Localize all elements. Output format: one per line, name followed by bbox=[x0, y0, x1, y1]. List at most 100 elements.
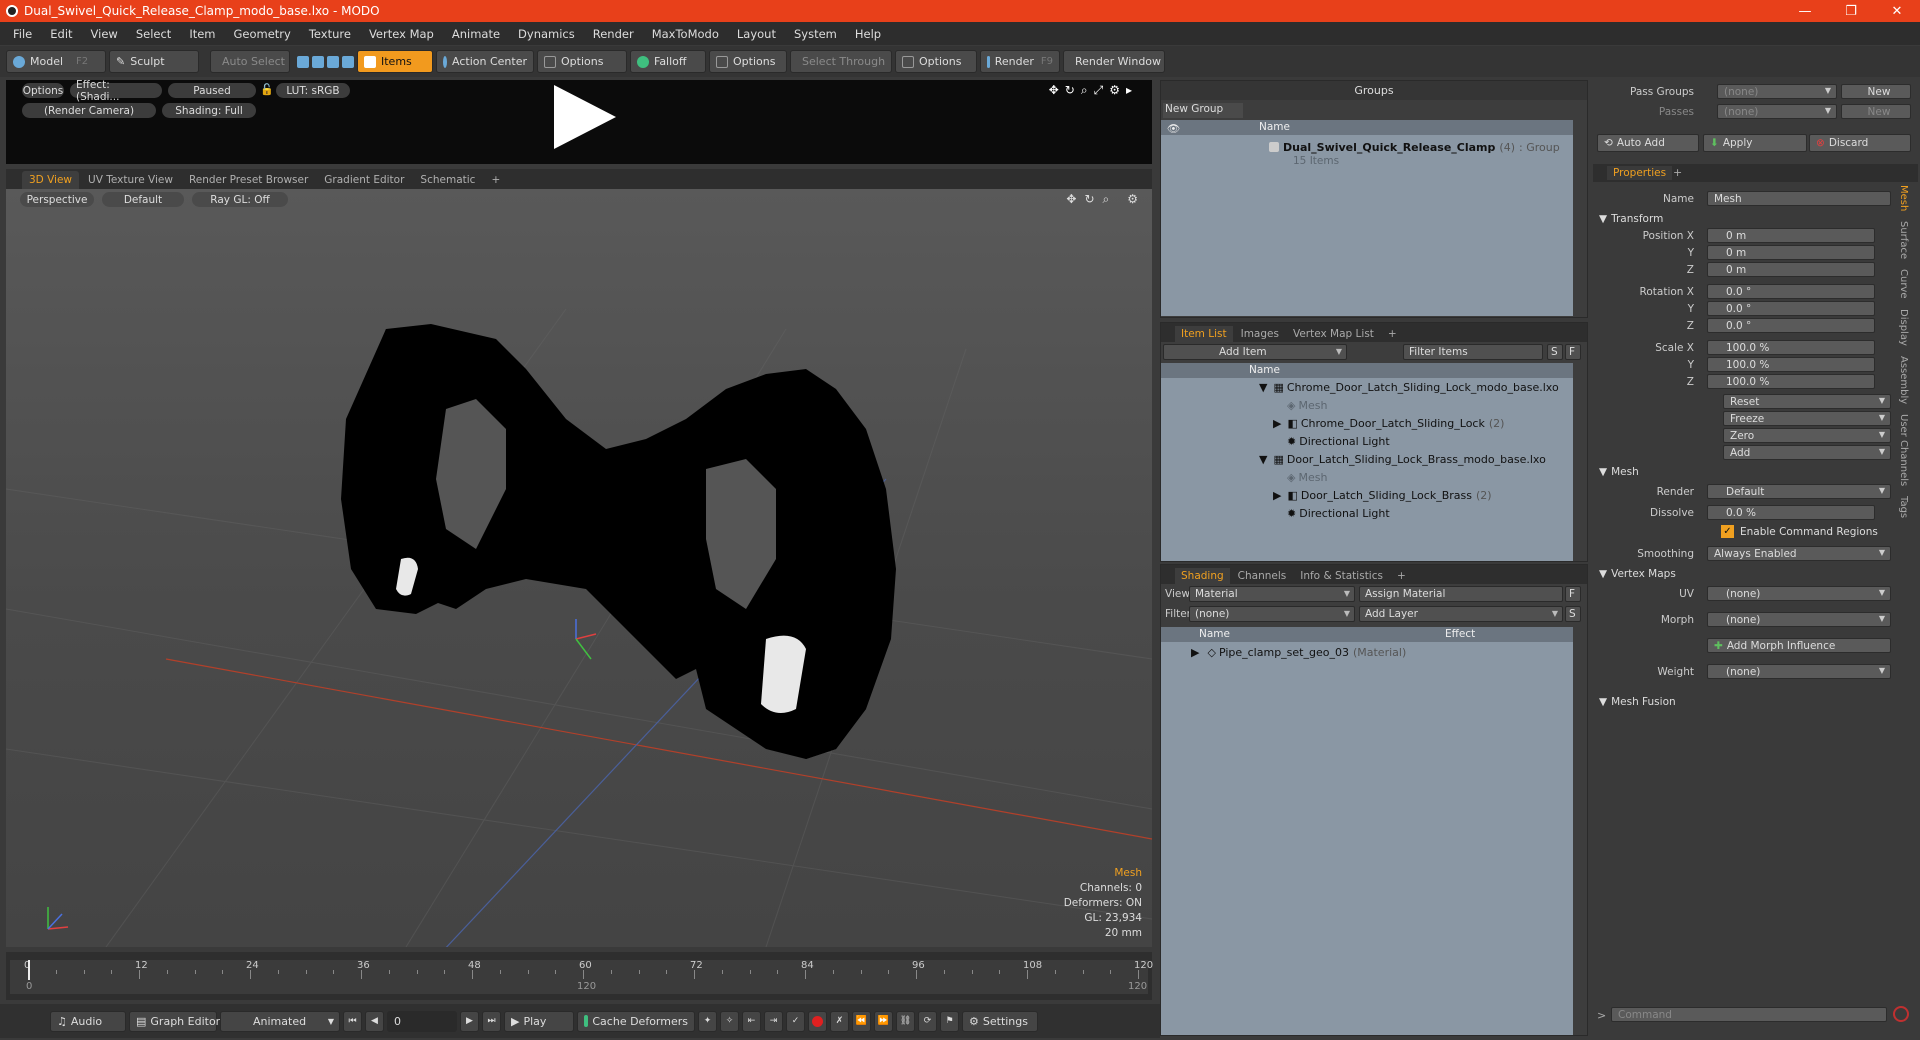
name-field[interactable]: Mesh bbox=[1707, 191, 1891, 206]
rotation-z-field[interactable]: 0.0 ° bbox=[1707, 318, 1875, 333]
render-camera-dropdown[interactable]: (Render Camera) bbox=[22, 103, 156, 118]
add-tab-button[interactable]: + bbox=[1391, 568, 1412, 584]
menu-render[interactable]: Render bbox=[584, 27, 643, 41]
tab-item-list[interactable]: Item List bbox=[1175, 326, 1233, 342]
menu-vertex-map[interactable]: Vertex Map bbox=[360, 27, 443, 41]
frame-field[interactable]: 0 bbox=[387, 1010, 457, 1032]
go-to-start-button[interactable]: ⏮ bbox=[343, 1010, 362, 1032]
record-button[interactable] bbox=[808, 1010, 827, 1032]
mesh-section[interactable]: ▼ Mesh bbox=[1593, 464, 1895, 480]
search-toggle[interactable]: S bbox=[1547, 344, 1563, 360]
arrow-right-icon[interactable]: ▸ bbox=[1126, 83, 1132, 98]
new-group-button[interactable]: New Group bbox=[1163, 103, 1243, 118]
enable-command-regions-checkbox[interactable]: ✓ Enable Command Regions bbox=[1707, 525, 1878, 538]
timeline[interactable]: 012243648607284961081200120120 bbox=[6, 952, 1153, 1000]
menu-animate[interactable]: Animate bbox=[443, 27, 509, 41]
next-frame-icon[interactable]: ⇥ bbox=[764, 1010, 783, 1032]
model-button[interactable]: Model F2 bbox=[6, 50, 106, 73]
menu-file[interactable]: File bbox=[4, 27, 41, 41]
add-item-dropdown[interactable]: Add Item ▼ bbox=[1163, 344, 1347, 360]
discard-button[interactable]: ⊗ Discard bbox=[1809, 134, 1911, 152]
tab-properties[interactable]: Properties bbox=[1607, 166, 1673, 180]
freeze-dropdown[interactable]: Freeze ▼ bbox=[1723, 411, 1891, 426]
polygons-mode-icon[interactable] bbox=[327, 55, 339, 68]
reset-dropdown[interactable]: Reset ▼ bbox=[1723, 394, 1891, 409]
clear-keys-icon[interactable]: ✗ bbox=[830, 1010, 849, 1032]
pan-icon[interactable]: ✥ bbox=[1066, 192, 1076, 207]
timeline-track[interactable]: 012243648607284961081200120120 bbox=[10, 960, 1153, 994]
rotation-x-field[interactable]: 0.0 ° bbox=[1707, 284, 1875, 299]
tab-shading[interactable]: Shading bbox=[1175, 568, 1230, 584]
side-tab-display[interactable]: Display bbox=[1898, 309, 1909, 346]
side-tab-curve[interactable]: Curve bbox=[1898, 269, 1909, 299]
tab-gradient-editor[interactable]: Gradient Editor bbox=[317, 171, 411, 189]
position-y-field[interactable]: 0 m bbox=[1707, 245, 1875, 260]
list-item[interactable]: ▶ ◇ Pipe_clamp_set_geo_03 (Material) bbox=[1161, 643, 1573, 661]
new-pass-button[interactable]: New bbox=[1841, 104, 1911, 119]
render-button[interactable]: Render F9 bbox=[980, 50, 1060, 73]
effect-dropdown[interactable]: Effect: (Shadi... bbox=[70, 79, 162, 103]
graph-editor-button[interactable]: ▤ Graph Editor bbox=[129, 1010, 220, 1032]
add-dropdown[interactable]: Add ▼ bbox=[1723, 445, 1891, 460]
vertices-mode-icon[interactable] bbox=[297, 55, 309, 68]
shader-tree[interactable]: Name Effect ▶ ◇ Pipe_clamp_set_geo_03 (Mate… bbox=[1161, 627, 1573, 1035]
gear-icon[interactable]: ⚙ bbox=[1109, 83, 1120, 98]
key-toggle-icon[interactable]: ✓ bbox=[786, 1010, 805, 1032]
3d-viewport[interactable]: Perspective Default Ray GL: Off ✥ ↻ ⌕ ⚙ … bbox=[6, 189, 1152, 947]
materials-mode-icon[interactable] bbox=[342, 55, 354, 68]
tab-images[interactable]: Images bbox=[1235, 326, 1285, 342]
list-item[interactable]: ✹ Directional Light bbox=[1161, 432, 1573, 450]
auto-select-button[interactable]: Auto Select bbox=[210, 50, 290, 73]
action-center-options-button[interactable]: Options bbox=[537, 50, 627, 73]
side-tab-surface[interactable]: Surface bbox=[1898, 221, 1909, 259]
preview-options-button[interactable]: Options bbox=[22, 83, 64, 98]
filter-dropdown[interactable]: (none) ▼ bbox=[1189, 606, 1355, 622]
add-layer-dropdown[interactable]: Add Layer ▼ bbox=[1359, 606, 1563, 622]
side-tab-assembly[interactable]: Assembly bbox=[1898, 356, 1909, 404]
tab-vertex-map-list[interactable]: Vertex Map List bbox=[1287, 326, 1380, 342]
side-tab-mesh[interactable]: Mesh bbox=[1898, 185, 1909, 211]
menu-layout[interactable]: Layout bbox=[728, 27, 785, 41]
go-to-end-button[interactable]: ⏭ bbox=[482, 1010, 501, 1032]
play-icon[interactable] bbox=[554, 85, 616, 149]
morph-dropdown[interactable]: (none) ▼ bbox=[1707, 612, 1891, 627]
shading-dropdown[interactable]: Shading: Full bbox=[162, 103, 256, 118]
tab-uv-texture-view[interactable]: UV Texture View bbox=[81, 171, 180, 189]
weight-dropdown[interactable]: (none) ▼ bbox=[1707, 664, 1891, 679]
menu-help[interactable]: Help bbox=[846, 27, 890, 41]
search-toggle[interactable]: S bbox=[1565, 606, 1581, 622]
items-mode-button[interactable]: Items bbox=[357, 50, 433, 73]
command-input[interactable]: Command bbox=[1611, 1007, 1887, 1022]
tab-3d-view[interactable]: 3D View bbox=[22, 171, 80, 189]
pass-groups-dropdown[interactable]: (none) ▼ bbox=[1717, 84, 1837, 99]
animated-dropdown[interactable]: Animated ▼ bbox=[220, 1010, 340, 1032]
menu-view[interactable]: View bbox=[82, 27, 127, 41]
close-button[interactable]: ✕ bbox=[1874, 0, 1920, 22]
jump-next-icon[interactable]: ⏩ bbox=[874, 1010, 893, 1032]
tab-schematic[interactable]: Schematic bbox=[413, 171, 482, 189]
move-icon[interactable]: ✥ bbox=[1049, 83, 1059, 98]
render-window-button[interactable]: Render Window bbox=[1063, 50, 1165, 73]
next-key-button[interactable]: ▶ bbox=[460, 1010, 479, 1032]
menu-geometry[interactable]: Geometry bbox=[225, 27, 300, 41]
restore-button[interactable]: ❐ bbox=[1828, 0, 1874, 22]
menu-texture[interactable]: Texture bbox=[300, 27, 360, 41]
filter-toggle[interactable]: F bbox=[1565, 344, 1581, 360]
scale-y-field[interactable]: 100.0 % bbox=[1707, 357, 1875, 372]
scale-x-field[interactable]: 100.0 % bbox=[1707, 340, 1875, 355]
uv-dropdown[interactable]: (none) ▼ bbox=[1707, 586, 1891, 601]
menu-select[interactable]: Select bbox=[127, 27, 180, 41]
dissolve-field[interactable]: 0.0 % bbox=[1707, 505, 1875, 520]
add-tab-button[interactable]: + bbox=[1382, 326, 1403, 342]
sync-icon[interactable]: ⟳ bbox=[918, 1010, 937, 1032]
perspective-dropdown[interactable]: Perspective bbox=[20, 192, 94, 207]
previous-key-button[interactable]: ◀ bbox=[365, 1010, 384, 1032]
action-center-button[interactable]: Action Center bbox=[436, 50, 534, 73]
side-tab-user-channels[interactable]: User Channels bbox=[1898, 414, 1909, 486]
edges-mode-icon[interactable] bbox=[312, 55, 324, 68]
filter-items-input[interactable]: Filter Items bbox=[1403, 344, 1543, 360]
paused-button[interactable]: Paused bbox=[168, 83, 256, 98]
list-item[interactable]: ▼ ▦ Chrome_Door_Latch_Sliding_Lock_modo_ba… bbox=[1161, 378, 1573, 396]
add-tab-button[interactable]: + bbox=[484, 171, 507, 189]
add-morph-influence-button[interactable]: ✚ Add Morph Influence bbox=[1707, 638, 1891, 653]
